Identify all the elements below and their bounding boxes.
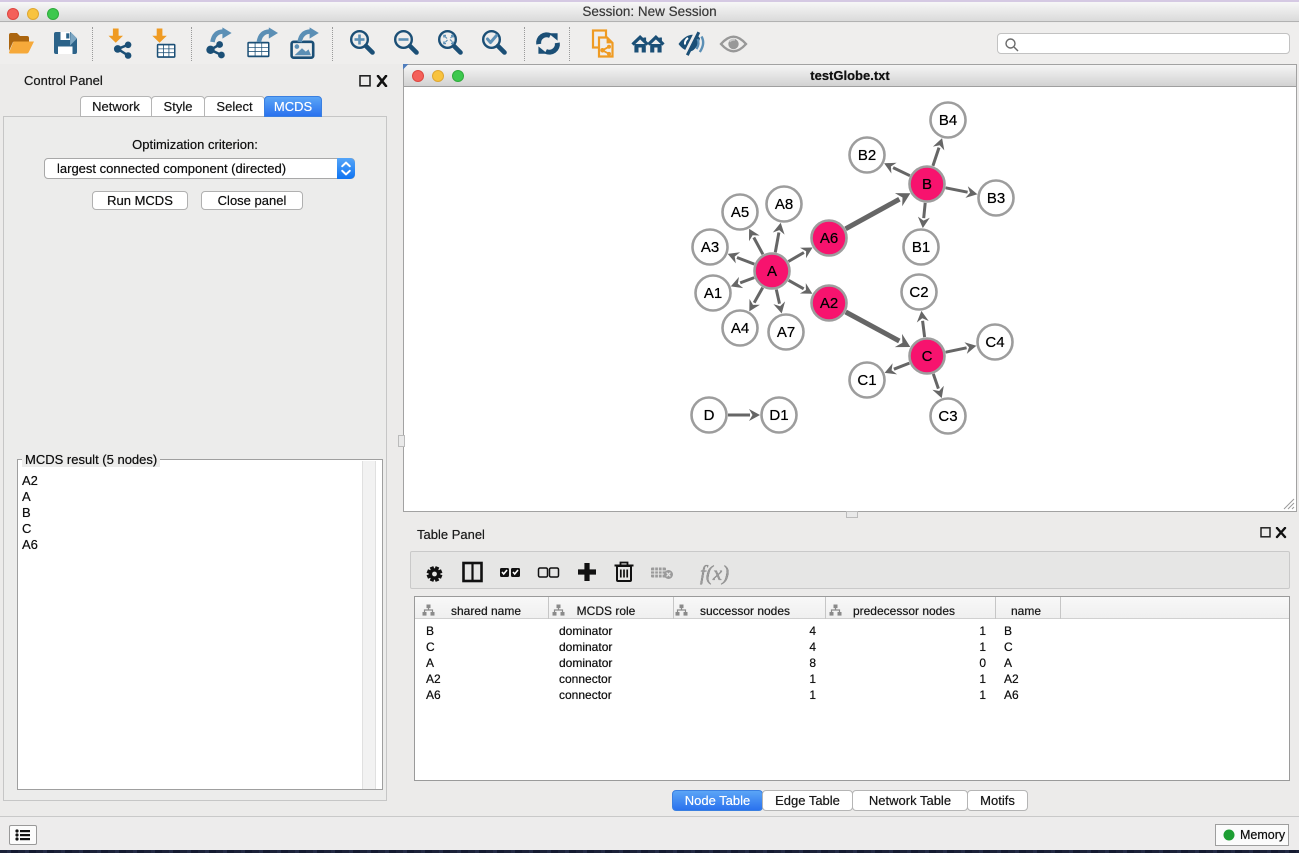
svg-text:D1: D1 bbox=[769, 407, 788, 424]
svg-text:A8: A8 bbox=[775, 196, 793, 213]
svg-text:C: C bbox=[922, 348, 933, 365]
svg-text:C1: C1 bbox=[857, 372, 876, 389]
svg-text:B3: B3 bbox=[987, 190, 1005, 207]
svg-text:B1: B1 bbox=[912, 239, 930, 256]
svg-text:A1: A1 bbox=[704, 285, 722, 302]
svg-text:B: B bbox=[922, 176, 932, 193]
svg-text:A2: A2 bbox=[820, 295, 838, 312]
svg-text:A7: A7 bbox=[777, 324, 795, 341]
svg-text:B4: B4 bbox=[939, 112, 957, 129]
svg-text:f(x): f(x) bbox=[700, 561, 729, 585]
svg-text:B2: B2 bbox=[858, 147, 876, 164]
svg-text:A5: A5 bbox=[731, 204, 749, 221]
svg-text:C4: C4 bbox=[985, 334, 1004, 351]
svg-text:A: A bbox=[767, 263, 777, 280]
svg-text:C2: C2 bbox=[909, 284, 928, 301]
svg-text:A6: A6 bbox=[820, 230, 838, 247]
svg-text:C3: C3 bbox=[938, 408, 957, 425]
svg-text:A4: A4 bbox=[731, 320, 749, 337]
svg-text:D: D bbox=[704, 407, 715, 424]
svg-text:A3: A3 bbox=[701, 239, 719, 256]
